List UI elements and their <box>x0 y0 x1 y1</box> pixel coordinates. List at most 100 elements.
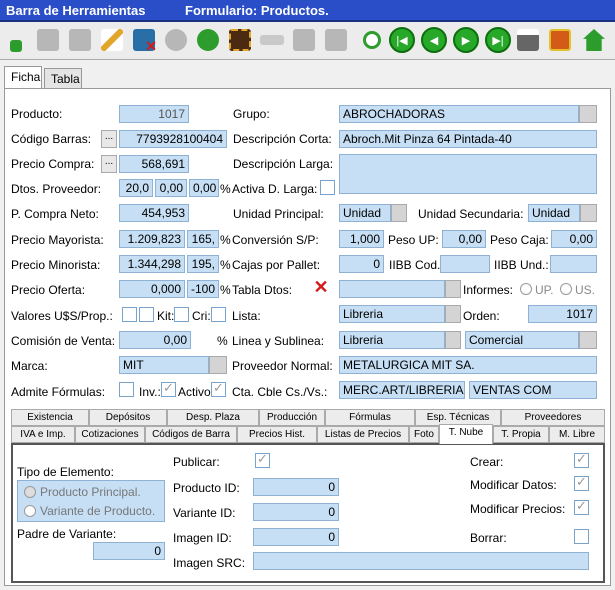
tab-desp-plaza[interactable]: Desp. Plaza <box>167 409 259 426</box>
refresh-icon[interactable] <box>194 25 222 55</box>
unidad-principal-field[interactable]: Unidad <box>339 204 391 222</box>
tab-existencia[interactable]: Existencia <box>11 409 89 426</box>
tab-depositos[interactable]: Depósitos <box>89 409 167 426</box>
grupo-dropdown[interactable] <box>579 105 597 123</box>
lista-field[interactable]: Libreria <box>339 305 445 323</box>
comision-field[interactable]: 0,00 <box>119 331 191 349</box>
tab-m-libre[interactable]: M. Libre <box>549 426 605 443</box>
orden-field[interactable]: 1017 <box>528 305 597 323</box>
margen-minorista-field[interactable]: 195, <box>187 255 219 273</box>
tabla-dtos-dropdown[interactable] <box>445 280 461 298</box>
edit-icon[interactable] <box>98 25 126 55</box>
precio-minorista-field[interactable]: 1.344,298 <box>119 255 185 273</box>
precio-mayorista-field[interactable]: 1.209,823 <box>119 230 185 248</box>
informes-us-radio[interactable] <box>560 283 572 295</box>
precio-oferta-field[interactable]: 0,000 <box>119 280 185 298</box>
codbarras-button[interactable]: ... <box>101 130 117 148</box>
pcompra-neto-field[interactable]: 454,953 <box>119 204 189 222</box>
tab-codigos-barra[interactable]: Códigos de Barra <box>145 426 237 443</box>
inv-checkbox[interactable] <box>161 380 176 397</box>
peso-caja-field[interactable]: 0,00 <box>551 230 597 248</box>
marca-dropdown[interactable] <box>209 356 227 374</box>
unidad-secundaria-field[interactable]: Unidad <box>528 204 580 222</box>
desc-corta-field[interactable]: Abroch.Mit Pinza 64 Pintada-40 <box>339 130 597 148</box>
save-icon[interactable] <box>34 25 62 55</box>
grupo-field[interactable]: ABROCHADORAS <box>339 105 579 123</box>
film-icon[interactable] <box>226 25 254 55</box>
next-icon[interactable]: ▶ <box>452 25 480 55</box>
linea-field[interactable]: Libreria <box>339 331 445 349</box>
kit-checkbox[interactable] <box>174 307 189 322</box>
save-as-icon[interactable] <box>66 25 94 55</box>
unidad-secundaria-dropdown[interactable] <box>580 204 597 222</box>
activo-checkbox[interactable] <box>211 380 226 397</box>
valores-prop-checkbox[interactable] <box>139 307 154 322</box>
sublinea-dropdown[interactable] <box>579 331 597 349</box>
first-icon[interactable]: |◀ <box>388 25 416 55</box>
home-icon[interactable] <box>580 25 608 55</box>
tab-formulas[interactable]: Fórmulas <box>325 409 415 426</box>
tab-precios-hist[interactable]: Precios Hist. <box>237 426 317 443</box>
print-icon[interactable] <box>514 25 542 55</box>
marca-field[interactable]: MIT <box>119 356 209 374</box>
delete-icon[interactable]: ✕ <box>130 25 158 55</box>
padre-variante-field[interactable]: 0 <box>93 542 165 560</box>
tab-t-nube[interactable]: T. Nube <box>439 424 493 444</box>
prev-icon[interactable]: ◀ <box>420 25 448 55</box>
clear-tabla-dtos-icon[interactable]: ✕ <box>312 278 330 297</box>
iibb-cod-field[interactable] <box>440 255 490 273</box>
crear-checkbox[interactable] <box>574 451 589 468</box>
producto-principal-radio[interactable] <box>24 486 36 498</box>
grid-icon[interactable] <box>290 25 318 55</box>
informes-up-radio[interactable] <box>520 283 532 295</box>
search-icon[interactable] <box>358 25 386 55</box>
cri-checkbox[interactable] <box>211 307 226 322</box>
producto-id-field[interactable]: 0 <box>253 478 339 496</box>
oferta-pct-field[interactable]: -100 <box>187 280 219 298</box>
dto3-field[interactable]: 0,00 <box>189 179 219 197</box>
tab-iva[interactable]: IVA e Imp. <box>11 426 75 443</box>
publicar-checkbox[interactable] <box>255 451 270 468</box>
proveedor-field[interactable]: METALURGICA MIT SA. <box>339 356 597 374</box>
producto-field[interactable]: 1017 <box>119 105 189 123</box>
modificar-precios-checkbox[interactable] <box>574 498 589 515</box>
imagen-src-field[interactable] <box>253 552 589 570</box>
dto2-field[interactable]: 0,00 <box>155 179 187 197</box>
cajas-pallet-field[interactable]: 0 <box>339 255 384 273</box>
desc-larga-field[interactable] <box>339 154 597 194</box>
add-icon[interactable] <box>2 25 30 55</box>
tab-tabla[interactable]: Tabla <box>44 68 82 88</box>
valores-usd-checkbox[interactable] <box>122 307 137 322</box>
lista-dropdown[interactable] <box>445 305 461 323</box>
tab-proveedores[interactable]: Proveedores <box>501 409 605 426</box>
variante-producto-radio[interactable] <box>24 505 36 517</box>
modificar-datos-checkbox[interactable] <box>574 474 589 491</box>
admite-formulas-checkbox[interactable] <box>119 382 134 397</box>
sublinea-field[interactable]: Comercial <box>465 331 579 349</box>
codbarras-field[interactable]: 7793928100404 <box>119 130 227 148</box>
tab-t-propia[interactable]: T. Propia <box>493 426 549 443</box>
conversion-field[interactable]: 1,000 <box>339 230 384 248</box>
peso-up-field[interactable]: 0,00 <box>442 230 486 248</box>
tab-cotizaciones[interactable]: Cotizaciones <box>75 426 145 443</box>
tab-produccion[interactable]: Producción <box>259 409 325 426</box>
variante-id-field[interactable]: 0 <box>253 503 339 521</box>
tab-foto[interactable]: Foto <box>409 426 439 443</box>
gift-icon[interactable] <box>546 25 574 55</box>
precio-compra-field[interactable]: 568,691 <box>119 155 189 173</box>
cta-compras-field[interactable]: MERC.ART/LIBRERIA <box>339 381 465 399</box>
last-icon[interactable]: ▶| <box>484 25 512 55</box>
borrar-checkbox[interactable] <box>574 529 589 544</box>
iibb-und-field[interactable] <box>550 255 597 273</box>
activa-dlarga-checkbox[interactable] <box>320 180 335 195</box>
margen-mayorista-field[interactable]: 165, <box>187 230 219 248</box>
imagen-id-field[interactable]: 0 <box>253 528 339 546</box>
linea-dropdown[interactable] <box>445 331 461 349</box>
tab-ficha[interactable]: Ficha <box>4 66 42 88</box>
dto1-field[interactable]: 20,0 <box>119 179 153 197</box>
grid-alt-icon[interactable] <box>322 25 350 55</box>
precio-compra-button[interactable]: ... <box>101 155 117 173</box>
unidad-principal-dropdown[interactable] <box>391 204 407 222</box>
tabla-dtos-field[interactable] <box>339 280 445 298</box>
back-arrow-icon[interactable] <box>258 25 286 55</box>
